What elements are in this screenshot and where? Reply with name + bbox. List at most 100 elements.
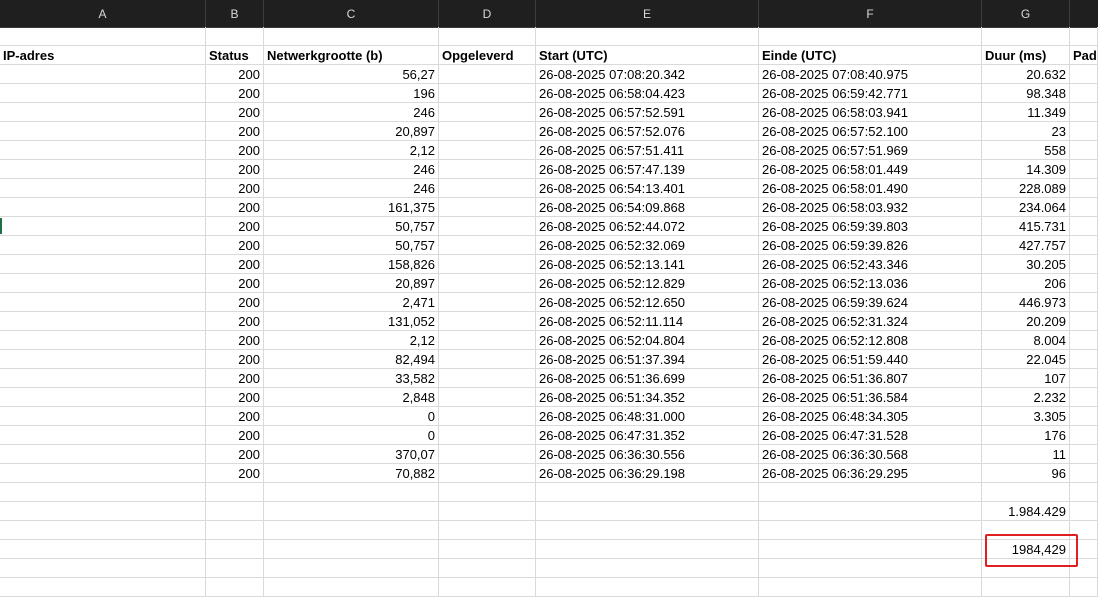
- cell[interactable]: [0, 502, 206, 521]
- cell-status[interactable]: 200: [206, 312, 264, 331]
- cell[interactable]: [759, 578, 982, 597]
- cell[interactable]: [264, 483, 439, 502]
- cell[interactable]: [264, 521, 439, 540]
- cell-start[interactable]: 26-08-2025 06:58:04.423: [536, 84, 759, 103]
- cell-size[interactable]: 246: [264, 179, 439, 198]
- cell-status[interactable]: 200: [206, 426, 264, 445]
- cell-delivered[interactable]: [439, 350, 536, 369]
- cell-end[interactable]: 26-08-2025 06:58:03.932: [759, 198, 982, 217]
- cell-ip[interactable]: [0, 217, 206, 236]
- cell-delivered[interactable]: [439, 198, 536, 217]
- cell-path[interactable]: [1070, 65, 1098, 84]
- cell-path[interactable]: [1070, 179, 1098, 198]
- cell-duration[interactable]: 8.004: [982, 331, 1070, 350]
- cell[interactable]: [759, 521, 982, 540]
- cell[interactable]: [536, 502, 759, 521]
- cell-status[interactable]: 200: [206, 388, 264, 407]
- cell[interactable]: [206, 521, 264, 540]
- header-end[interactable]: Einde (UTC): [759, 46, 982, 65]
- cell-ip[interactable]: [0, 103, 206, 122]
- cell[interactable]: [264, 559, 439, 578]
- cell[interactable]: [264, 540, 439, 559]
- cell[interactable]: [439, 27, 536, 46]
- cell-start[interactable]: 26-08-2025 06:57:51.411: [536, 141, 759, 160]
- cell-duration[interactable]: 96: [982, 464, 1070, 483]
- cell-status[interactable]: 200: [206, 369, 264, 388]
- cell-start[interactable]: 26-08-2025 06:51:34.352: [536, 388, 759, 407]
- cell[interactable]: [759, 559, 982, 578]
- cell-status[interactable]: 200: [206, 141, 264, 160]
- cell-ip[interactable]: [0, 122, 206, 141]
- cell-delivered[interactable]: [439, 122, 536, 141]
- cell-duration[interactable]: 107: [982, 369, 1070, 388]
- cell-status[interactable]: 200: [206, 179, 264, 198]
- cell-start[interactable]: 26-08-2025 06:57:52.076: [536, 122, 759, 141]
- header-status[interactable]: Status: [206, 46, 264, 65]
- cell-start[interactable]: 26-08-2025 06:51:36.699: [536, 369, 759, 388]
- cell[interactable]: [206, 540, 264, 559]
- cell-delivered[interactable]: [439, 84, 536, 103]
- cell-status[interactable]: 200: [206, 217, 264, 236]
- cell-path[interactable]: [1070, 103, 1098, 122]
- cell-path[interactable]: [1070, 274, 1098, 293]
- cell-path[interactable]: [1070, 198, 1098, 217]
- cell-delivered[interactable]: [439, 369, 536, 388]
- cell-end[interactable]: 26-08-2025 06:57:52.100: [759, 122, 982, 141]
- cell-duration[interactable]: 20.632: [982, 65, 1070, 84]
- cell-start[interactable]: 26-08-2025 06:52:12.829: [536, 274, 759, 293]
- cell[interactable]: [264, 502, 439, 521]
- cell-status[interactable]: 200: [206, 84, 264, 103]
- cell-delivered[interactable]: [439, 426, 536, 445]
- cell-size[interactable]: 56,27: [264, 65, 439, 84]
- cell-duration[interactable]: 206: [982, 274, 1070, 293]
- cell-end[interactable]: 26-08-2025 06:58:03.941: [759, 103, 982, 122]
- cell-size[interactable]: 246: [264, 103, 439, 122]
- cell[interactable]: [536, 559, 759, 578]
- cell-start[interactable]: 26-08-2025 06:57:52.591: [536, 103, 759, 122]
- cell-ip[interactable]: [0, 426, 206, 445]
- cell[interactable]: [264, 27, 439, 46]
- cell[interactable]: [439, 502, 536, 521]
- cell-ip[interactable]: [0, 160, 206, 179]
- cell-status[interactable]: 200: [206, 445, 264, 464]
- cell-duration[interactable]: 228.089: [982, 179, 1070, 198]
- column-header-d[interactable]: D: [439, 0, 536, 27]
- cell-size[interactable]: 161,375: [264, 198, 439, 217]
- cell-duration[interactable]: 176: [982, 426, 1070, 445]
- cell-delivered[interactable]: [439, 65, 536, 84]
- cell-end[interactable]: 26-08-2025 06:47:31.528: [759, 426, 982, 445]
- cell[interactable]: [264, 578, 439, 597]
- cell-ip[interactable]: [0, 141, 206, 160]
- cell[interactable]: [536, 578, 759, 597]
- cell-delivered[interactable]: [439, 274, 536, 293]
- cell-end[interactable]: 26-08-2025 06:48:34.305: [759, 407, 982, 426]
- cell-delivered[interactable]: [439, 312, 536, 331]
- cell-size[interactable]: 0: [264, 426, 439, 445]
- cell-delivered[interactable]: [439, 236, 536, 255]
- cell[interactable]: [1070, 578, 1098, 597]
- header-delivered[interactable]: Opgeleverd: [439, 46, 536, 65]
- cell-size[interactable]: 2,471: [264, 293, 439, 312]
- cell-start[interactable]: 26-08-2025 06:36:29.198: [536, 464, 759, 483]
- cell-size[interactable]: 370,07: [264, 445, 439, 464]
- cell-ip[interactable]: [0, 65, 206, 84]
- cell-end[interactable]: 26-08-2025 06:59:39.826: [759, 236, 982, 255]
- cell-delivered[interactable]: [439, 464, 536, 483]
- cell-ip[interactable]: [0, 255, 206, 274]
- cell[interactable]: [982, 578, 1070, 597]
- cell-end[interactable]: 26-08-2025 06:59:42.771: [759, 84, 982, 103]
- cell-delivered[interactable]: [439, 255, 536, 274]
- cell-path[interactable]: [1070, 464, 1098, 483]
- cell-size[interactable]: 50,757: [264, 236, 439, 255]
- cell-end[interactable]: 26-08-2025 07:08:40.975: [759, 65, 982, 84]
- cell-delivered[interactable]: [439, 445, 536, 464]
- cell-duration[interactable]: 30.205: [982, 255, 1070, 274]
- cell-start[interactable]: 26-08-2025 07:08:20.342: [536, 65, 759, 84]
- cell-delivered[interactable]: [439, 293, 536, 312]
- cell-size[interactable]: 2,848: [264, 388, 439, 407]
- cell-ip[interactable]: [0, 464, 206, 483]
- header-duration[interactable]: Duur (ms): [982, 46, 1070, 65]
- cell-delivered[interactable]: [439, 331, 536, 350]
- cell-path[interactable]: [1070, 445, 1098, 464]
- cell-size[interactable]: 2,12: [264, 331, 439, 350]
